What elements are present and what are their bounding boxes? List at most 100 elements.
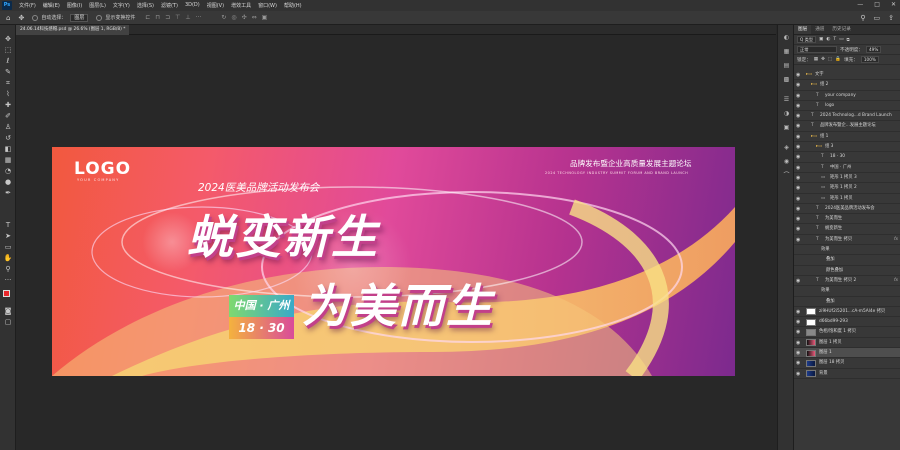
channels-panel-icon[interactable]: ◉ — [782, 157, 791, 166]
tab-layers[interactable]: 图层 — [794, 25, 812, 34]
path-select-icon[interactable]: ➤ — [3, 232, 13, 241]
visibility-eye-icon[interactable]: ◉ — [796, 226, 802, 232]
layer-row[interactable]: ◉ ▸▭ 组 2 — [794, 80, 900, 91]
layer-row[interactable]: ◉ ▸▭ 组 3 — [794, 142, 900, 153]
swatches-panel-icon[interactable]: ▦ — [782, 47, 791, 56]
auto-select-checkbox[interactable] — [32, 14, 39, 21]
visibility-eye-icon[interactable]: ◉ — [796, 196, 802, 202]
align-middle-icon[interactable]: ⊥ — [185, 14, 190, 21]
visibility-eye-icon[interactable]: ◉ — [796, 329, 802, 335]
filter-shape-icon[interactable]: ▭ — [839, 37, 843, 42]
layer-row[interactable]: 叠加 — [794, 297, 900, 307]
layer-fx-icon[interactable]: fx — [894, 235, 898, 244]
3d-slide-icon[interactable]: ⇔ — [252, 14, 257, 21]
align-top-icon[interactable]: ⊤ — [175, 14, 180, 21]
visibility-eye-icon[interactable]: ◉ — [796, 360, 802, 366]
visibility-eye-icon[interactable]: ◉ — [796, 113, 802, 119]
menu-item[interactable]: 图像(I) — [67, 2, 82, 9]
filter-adjust-icon[interactable]: ◐ — [826, 37, 830, 42]
menu-item[interactable]: 文字(Y) — [113, 2, 130, 9]
layer-row[interactable]: ◉ ▭ 矩形 1 拷贝 — [794, 194, 900, 204]
tab-channels[interactable]: 通道 — [811, 25, 828, 34]
menu-item[interactable]: 滤镜(T) — [161, 2, 178, 9]
layer-row[interactable]: ◉ ▸▭ 文字 — [794, 70, 900, 81]
menu-item[interactable]: 编辑(E) — [43, 2, 60, 9]
menu-item[interactable]: 图层(L) — [89, 2, 106, 9]
layer-row[interactable]: ◉ T 中国 · 广州 — [794, 163, 900, 173]
quick-mask-icon[interactable]: ◙ — [3, 307, 13, 316]
lock-all-icon[interactable]: 🔒 — [835, 57, 841, 62]
visibility-eye-icon[interactable]: ◉ — [796, 175, 802, 181]
eyedropper-tool-icon[interactable]: ⌇ — [3, 90, 13, 99]
layer-row[interactable]: ◉ d66bd99-293 — [794, 317, 900, 328]
layer-row[interactable]: ◉ T 为美而生 拷贝 fx — [794, 235, 900, 246]
layer-row[interactable]: ◉ 图层 18 拷贝 — [794, 358, 900, 369]
layer-row[interactable]: ◉ Tlogo — [794, 101, 900, 112]
visibility-eye-icon[interactable]: ◉ — [796, 319, 802, 325]
minimize-button[interactable]: — — [857, 1, 863, 8]
properties-panel-icon[interactable]: ☰ — [782, 95, 791, 104]
menu-item[interactable]: 窗口(W) — [258, 2, 277, 9]
paths-panel-icon[interactable]: ⌒ — [782, 171, 791, 180]
crop-tool-icon[interactable]: ⌗ — [3, 79, 13, 88]
blend-mode-dropdown[interactable]: 正常 — [797, 46, 837, 53]
layer-row[interactable]: ◉ T 为美而生 拷贝 2 fx — [794, 276, 900, 287]
move-tool-icon[interactable]: ✥ — [18, 14, 24, 22]
layer-row[interactable]: ◉ zi9HUf2i5201...cA-m5Al4e 拷贝 — [794, 307, 900, 318]
eraser-tool-icon[interactable]: ◧ — [3, 145, 13, 154]
stamp-tool-icon[interactable]: ♙ — [3, 123, 13, 132]
visibility-eye-icon[interactable]: ◉ — [796, 93, 802, 99]
filter-pixel-icon[interactable]: ▣ — [819, 37, 823, 42]
visibility-eye-icon[interactable]: ◉ — [796, 371, 802, 377]
visibility-eye-icon[interactable]: ◉ — [796, 72, 802, 78]
color-panel-icon[interactable]: ◐ — [782, 33, 791, 42]
layer-row[interactable]: 效果 — [794, 286, 900, 297]
visibility-eye-icon[interactable]: ◉ — [796, 165, 802, 171]
layer-row[interactable]: 叠加 — [794, 255, 900, 266]
layer-fx-icon[interactable]: fx — [894, 276, 898, 285]
visibility-eye-icon[interactable]: ◉ — [796, 82, 802, 88]
move-tool-icon[interactable]: ✥ — [3, 35, 13, 44]
layer-row[interactable]: ◉ T 为美而生 — [794, 214, 900, 225]
close-button[interactable]: ✕ — [891, 1, 896, 8]
visibility-eye-icon[interactable]: ◉ — [796, 185, 802, 191]
layer-row[interactable]: ◉ Tyour company — [794, 91, 900, 101]
visibility-eye-icon[interactable] — [796, 288, 802, 294]
document-canvas[interactable]: LOGO YOUR COMPANY 品牌发布暨企业高质量发展主题论坛 2024 … — [52, 147, 735, 376]
gradient-tool-icon[interactable]: ▦ — [3, 156, 13, 165]
visibility-eye-icon[interactable] — [796, 268, 802, 274]
color-swatches[interactable] — [3, 290, 15, 302]
visibility-eye-icon[interactable]: ◉ — [796, 134, 802, 140]
dodge-tool-icon[interactable]: ● — [3, 178, 13, 187]
filter-type-icon[interactable]: T — [833, 37, 836, 42]
foreground-color-swatch[interactable] — [3, 290, 10, 297]
share-icon[interactable]: ⇪ — [888, 14, 894, 22]
align-center-icon[interactable]: ⊓ — [155, 14, 160, 21]
zoom-tool-icon[interactable]: ⚲ — [3, 265, 13, 274]
layer-row[interactable]: ◉ T 品牌发布暨企...发展主题论坛 — [794, 121, 900, 132]
adjustments-panel-icon[interactable]: ◑ — [782, 109, 791, 118]
lock-position-icon[interactable]: ✥ — [821, 57, 825, 62]
layers-panel-icon[interactable]: ◈ — [782, 143, 791, 152]
brush-tool-icon[interactable]: ✐ — [3, 112, 13, 121]
lock-pixels-icon[interactable]: ▦ — [814, 57, 818, 62]
layer-row[interactable]: ◉ T 蜕变新生 — [794, 224, 900, 235]
lock-artboard-icon[interactable]: ⬚ — [828, 57, 832, 62]
visibility-eye-icon[interactable]: ◉ — [796, 123, 802, 129]
marquee-tool-icon[interactable]: ⬚ — [3, 46, 13, 55]
pen-tool-icon[interactable]: ✒ — [3, 189, 13, 198]
3d-roll-icon[interactable]: ◎ — [231, 14, 236, 21]
menu-item[interactable]: 增效工具 — [231, 2, 251, 9]
home-icon[interactable]: ⌂ — [6, 14, 10, 22]
visibility-eye-icon[interactable]: ◉ — [796, 103, 802, 109]
3d-scale-icon[interactable]: ▣ — [262, 14, 268, 21]
healing-brush-icon[interactable]: ✚ — [3, 101, 13, 110]
layer-filter-dropdown[interactable]: Q 类型 — [797, 36, 817, 43]
layer-row[interactable]: ◉ 色相/饱和度 1 拷贝 — [794, 327, 900, 338]
layer-row[interactable]: ◉ ▭ 矩形 1 拷贝 3 — [794, 173, 900, 184]
history-brush-icon[interactable]: ↺ — [3, 134, 13, 143]
3d-rotate-icon[interactable]: ↻ — [221, 14, 226, 21]
menu-item[interactable]: 视图(V) — [207, 2, 224, 9]
fill-input[interactable]: 100% — [860, 56, 879, 63]
menu-item[interactable]: 文件(F) — [19, 2, 36, 9]
